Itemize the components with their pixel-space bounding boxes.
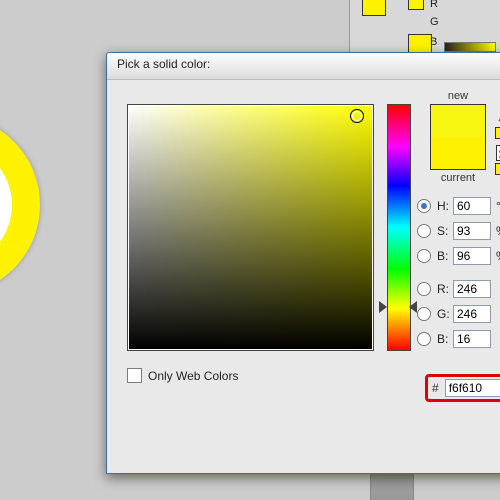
row-h: H: ° <box>417 195 500 217</box>
hex-field-highlighted: # <box>425 374 500 402</box>
radio-bl[interactable] <box>417 332 431 346</box>
radio-b[interactable] <box>417 249 431 263</box>
only-web-colors-label: Only Web Colors <box>148 369 238 383</box>
component-label-b: B <box>430 36 437 48</box>
only-web-colors[interactable]: Only Web Colors <box>127 368 238 383</box>
preview-current-label: current <box>425 172 491 184</box>
radio-h[interactable] <box>417 199 431 213</box>
radio-g[interactable] <box>417 307 431 321</box>
only-web-colors-checkbox[interactable] <box>127 368 142 383</box>
websafe-warning-icon[interactable] <box>496 145 500 161</box>
dialog-title: Pick a solid color: <box>117 57 210 71</box>
foreground-swatch[interactable] <box>362 0 386 16</box>
color-value-fields: H: ° S: % B: % R: <box>417 195 500 353</box>
unit-s: % <box>496 225 500 237</box>
row-b: B: % <box>417 245 500 267</box>
row-bl: B: <box>417 328 500 350</box>
dialog-titlebar[interactable]: Pick a solid color: <box>107 53 500 80</box>
preview-current-color <box>431 137 485 169</box>
input-b[interactable] <box>453 247 491 265</box>
preview-swatch[interactable] <box>430 104 486 170</box>
radio-s[interactable] <box>417 224 431 238</box>
label-r: R: <box>437 283 453 295</box>
hex-input[interactable] <box>445 379 500 397</box>
row-g: G: <box>417 303 500 325</box>
mini-swatch[interactable] <box>408 0 424 10</box>
color-preview: new current <box>425 90 491 184</box>
unit-b: % <box>496 250 500 262</box>
input-r[interactable] <box>453 280 491 298</box>
input-g[interactable] <box>453 305 491 323</box>
hex-prefix: # <box>432 381 439 395</box>
radio-r[interactable] <box>417 282 431 296</box>
saturation-value-field[interactable] <box>127 104 374 351</box>
component-label-g: G <box>430 16 439 28</box>
hue-slider[interactable] <box>387 104 411 351</box>
background-shape <box>0 115 40 295</box>
label-bl: B: <box>437 333 453 345</box>
unit-h: ° <box>496 200 500 212</box>
gamut-warning-column: ⚠ <box>495 108 500 181</box>
component-label-r: R <box>430 0 438 10</box>
label-g: G: <box>437 308 453 320</box>
label-s: S: <box>437 225 453 237</box>
row-s: S: % <box>417 220 500 242</box>
input-bl[interactable] <box>453 330 491 348</box>
gamut-warning-icon[interactable]: ⚠ <box>495 108 500 125</box>
row-r: R: <box>417 278 500 300</box>
input-s[interactable] <box>453 222 491 240</box>
preview-new-label: new <box>425 90 491 102</box>
gamut-nearest-swatch[interactable] <box>495 127 500 139</box>
websafe-nearest-swatch[interactable] <box>495 163 500 175</box>
label-h: H: <box>437 200 453 212</box>
component-slider[interactable] <box>444 42 496 52</box>
sv-cursor <box>350 109 364 123</box>
label-b: B: <box>437 250 453 262</box>
preview-new-color <box>431 105 485 137</box>
color-picker-dialog: Pick a solid color: new current ⚠ H: <box>106 52 500 474</box>
input-h[interactable] <box>453 197 491 215</box>
